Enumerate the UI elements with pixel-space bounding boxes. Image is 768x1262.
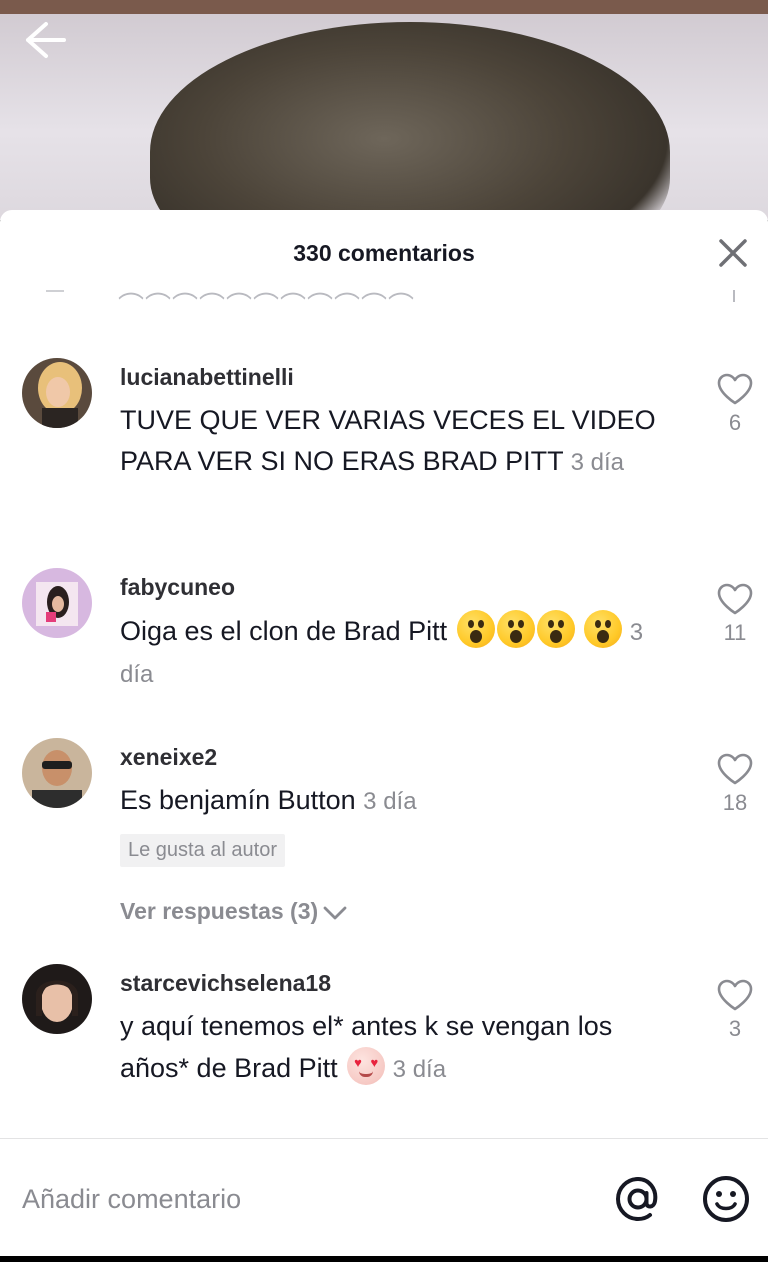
bottom-edge-strip [0,1256,768,1262]
comment-body: Es benjamín Button [120,785,356,815]
previous-comment-clipped: ⌒⌒⌒⌒⌒⌒⌒⌒⌒⌒⌒ [0,276,768,306]
video-backdrop [0,0,768,220]
view-replies-button[interactable]: Ver respuestas (3) [120,898,348,925]
comment-username[interactable]: xeneixe2 [120,744,217,771]
comment-text: y aquí tenemos el* antes k se vengan los… [120,1006,680,1090]
heart-outline-icon [717,583,753,615]
comment-time: 3 día [570,449,625,476]
comment-username[interactable]: fabycuneo [120,574,235,601]
back-arrow-icon[interactable] [22,18,70,62]
comment-text: TUVE QUE VER VARIAS VECES EL VIDEO PARA … [120,400,690,483]
avatar[interactable] [22,358,92,428]
comments-sheet: 330 comentarios ⌒⌒⌒⌒⌒⌒⌒⌒⌒⌒⌒ lucianabetti… [0,210,768,1262]
like-count: 6 [728,410,742,435]
view-replies-label: Ver respuestas (3) [120,898,319,924]
like-count: 11 [723,620,747,645]
avatar[interactable] [22,738,92,808]
astonished-face-emoji [584,610,623,648]
like-button[interactable]: 6 [712,372,758,436]
like-count: 3 [728,1016,742,1041]
comment-text: Oiga es el clon de Brad Pitt 3 día [120,610,680,695]
emoji-smiley-icon[interactable] [700,1173,752,1225]
comment-username[interactable]: starcevichselena18 [120,970,331,997]
chevron-down-icon [323,906,347,920]
video-wall-strip [0,0,768,14]
comment-text: Es benjamín Button 3 día [120,780,690,822]
like-button[interactable]: 3 [712,978,758,1042]
comment-count-title: 330 comentarios [293,240,475,266]
comment-body: Oiga es el clon de Brad Pitt [120,616,448,646]
astonished-face-emoji [456,610,495,648]
at-mention-icon[interactable] [612,1173,664,1225]
like-count: 18 [722,790,748,815]
like-button[interactable]: 11 [712,582,758,646]
comment-time: 3 día [363,788,417,815]
close-icon[interactable] [716,236,750,270]
heart-outline-icon [717,753,753,785]
liked-by-author-badge: Le gusta al autor [120,834,285,867]
avatar[interactable] [22,964,92,1034]
clipped-text-remnant: ⌒⌒⌒⌒⌒⌒⌒⌒⌒⌒⌒ [118,291,416,306]
avatar[interactable] [22,568,92,638]
like-button[interactable]: 18 [712,752,758,816]
clipped-like-remnant [733,290,735,302]
comment-input[interactable] [22,1177,582,1221]
clipped-divider [46,290,64,292]
comment-composer [0,1138,768,1256]
comment-username[interactable]: lucianabettinelli [120,364,294,391]
astonished-face-emoji [496,610,535,648]
astonished-face-emoji [536,610,575,648]
heart-outline-icon [717,373,753,405]
comment-time: 3 día [392,1056,447,1083]
video-subject-hair [150,22,670,220]
heart-eyes-emoji: ♥ ♥ [347,1047,386,1085]
heart-outline-icon [717,979,753,1011]
